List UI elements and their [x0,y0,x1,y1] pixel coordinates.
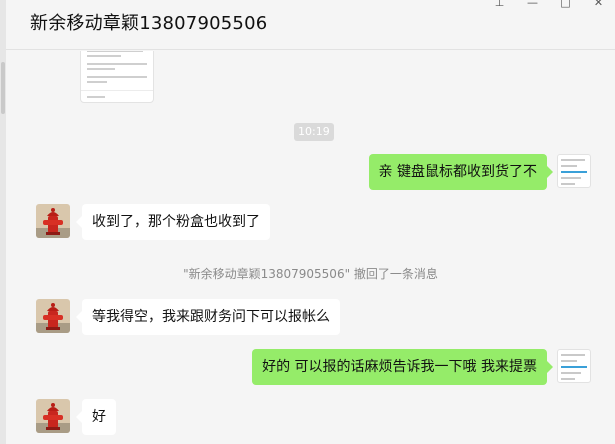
message-area[interactable]: 10:19 亲 键盘鼠标都收到货了不 收到了，那个粉盒也收到了 "新余移动章颖1… [6,51,615,444]
contact-avatar[interactable] [36,399,70,433]
incoming-message-bubble[interactable]: 好 [76,399,116,435]
avatar-line [561,354,585,356]
contact-avatar[interactable] [36,204,70,238]
avatar-line [561,177,581,179]
contact-avatar[interactable] [36,299,70,333]
pin-icon[interactable]: ⊥ [483,0,516,10]
file-message-card[interactable] [80,51,154,103]
my-avatar[interactable] [557,154,591,188]
card-source-line [87,96,105,98]
card-footer [81,90,153,102]
maximize-icon[interactable]: □ [549,0,582,10]
avatar-line [561,366,587,368]
time-divider: 10:19 [294,123,334,141]
avatar-line [561,372,581,374]
card-text-line [87,63,147,65]
scrollbar-thumb[interactable] [1,62,5,114]
recall-notice: "新余移动章颖13807905506" 撤回了一条消息 [183,267,438,281]
avatar-line [561,171,587,173]
incoming-message-bubble[interactable]: 等我得空，我来跟财务问下可以报帐么 [76,299,340,335]
chat-header: 新余移动章颖13807905506 ⊥ — □ ✕ [6,0,615,50]
avatar-line [561,378,575,380]
card-text-line [87,55,121,57]
close-icon[interactable]: ✕ [582,0,615,10]
card-text-line [87,51,143,52]
card-text-line [87,68,115,70]
chat-title: 新余移动章颖13807905506 [30,13,268,34]
avatar-line [561,165,577,167]
card-text-line [87,81,107,83]
fire-hydrant-icon [36,399,70,433]
fire-hydrant-icon [36,204,70,238]
fire-hydrant-icon [36,299,70,333]
outgoing-message-bubble[interactable]: 好的 可以报的话麻烦告诉我一下哦 我来提票 [252,349,553,385]
incoming-message-bubble[interactable]: 收到了，那个粉盒也收到了 [76,204,270,240]
my-avatar[interactable] [557,349,591,383]
avatar-line [561,159,585,161]
avatar-line [561,360,577,362]
window-controls: ⊥ — □ ✕ [483,0,615,10]
minimize-icon[interactable]: — [516,0,549,10]
card-text-line [87,76,147,78]
outgoing-message-bubble[interactable]: 亲 键盘鼠标都收到货了不 [368,154,554,190]
avatar-line [561,183,575,185]
